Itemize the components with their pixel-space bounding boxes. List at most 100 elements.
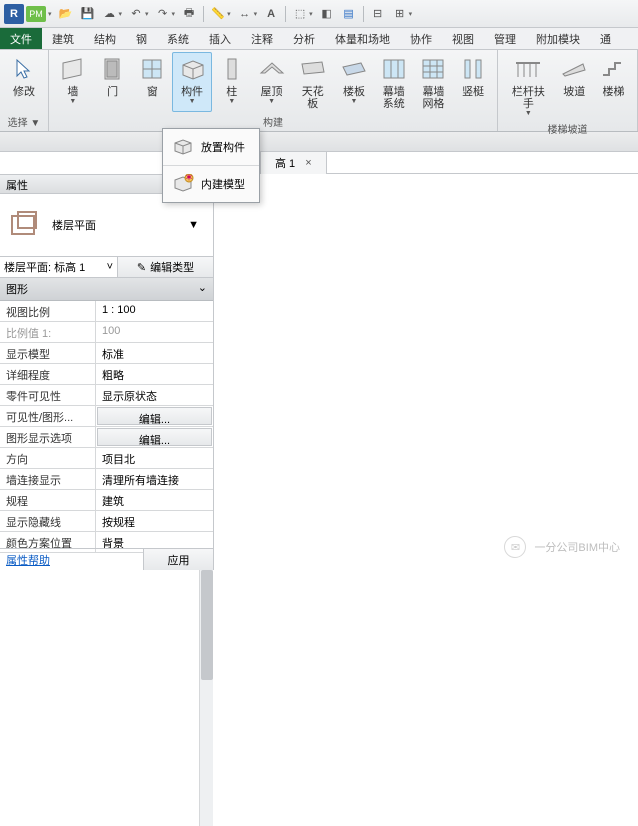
close-tab-icon[interactable]: × [305,157,311,169]
3d-icon[interactable]: ⬚ [291,5,309,23]
view-tab-label: 高 1 [275,155,295,171]
property-value[interactable]: 建筑 [96,490,213,510]
curtain-grid-icon [418,54,448,84]
mullion-button[interactable]: 竖梃 [453,52,493,112]
tab-mass[interactable]: 体量和场地 [325,28,400,49]
column-button[interactable]: 柱▼ [212,52,252,112]
select-group-label[interactable]: 选择 ▼ [4,112,44,131]
open-icon[interactable]: 📂 [57,5,75,23]
print-icon[interactable]: 🖶 [180,5,198,23]
wall-button[interactable]: 墙▼ [53,52,93,112]
apply-button[interactable]: 应用 [143,549,213,570]
property-value[interactable]: 项目北 [96,448,213,468]
ramp-button[interactable]: 坡道 [555,52,594,119]
property-row[interactable]: 零件可见性显示原状态 [0,385,213,406]
properties-type-selector[interactable]: 楼层平面 ▼ [0,194,214,256]
property-value[interactable]: 标准 [96,343,213,363]
chevron-down-icon[interactable]: ▾ [409,10,413,18]
scrollbar[interactable] [199,556,213,826]
tab-annot[interactable]: 注释 [241,28,283,49]
roof-button[interactable]: 屋顶▼ [252,52,292,112]
tab-collab[interactable]: 协作 [400,28,442,49]
property-row[interactable]: 比例值 1:100 [0,322,213,343]
chevron-down-icon[interactable]: ▾ [254,10,258,18]
property-row[interactable]: 显示隐藏线按规程 [0,511,213,532]
property-value[interactable]: 清理所有墙连接 [96,469,213,489]
window-button[interactable]: 窗 [132,52,172,112]
property-edit-button[interactable]: 编辑... [97,428,212,446]
edit-type-button[interactable]: ✎编辑类型 [118,257,213,277]
property-row[interactable]: 图形显示选项编辑... [0,427,213,448]
chevron-down-icon[interactable]: ▾ [309,10,313,18]
property-row[interactable]: 规程建筑 [0,490,213,511]
instance-combo[interactable]: 楼层平面: 标高 1˅ [0,257,118,277]
property-edit-button[interactable]: 编辑... [97,407,212,425]
property-value[interactable]: 1 : 100 [96,301,213,321]
separator [363,6,364,22]
tab-addins[interactable]: 附加模块 [526,28,590,49]
property-value[interactable]: 按规程 [96,511,213,531]
save-icon[interactable]: 💾 [79,5,97,23]
sync-icon[interactable]: ☁ [101,5,119,23]
wall-icon [58,54,88,84]
tab-view[interactable]: 视图 [442,28,484,49]
app-icon[interactable]: R [4,4,24,24]
redo-icon[interactable]: ↷ [154,5,172,23]
tab-arch[interactable]: 建筑 [42,28,84,49]
property-value[interactable]: 粗略 [96,364,213,384]
property-row[interactable]: 视图比例1 : 100 [0,301,213,322]
properties-help-link[interactable]: 属性帮助 [0,549,143,570]
tab-struct[interactable]: 结构 [84,28,126,49]
pm-icon[interactable]: PM [26,6,46,22]
inplace-model-item[interactable]: ✶ 内建模型 [163,166,259,202]
tab-manage[interactable]: 管理 [484,28,526,49]
chevron-down-icon[interactable]: ▾ [48,10,52,18]
component-button[interactable]: 构件▼ [172,52,212,112]
undo-icon[interactable]: ↶ [127,5,145,23]
view-tab[interactable]: 高 1 × [260,151,327,174]
railing-button[interactable]: 栏杆扶手▼ [502,52,555,119]
chevron-down-icon[interactable]: ▾ [145,10,149,18]
ribbon: 修改 选择 ▼ 墙▼ 门 窗 构件▼ 柱▼ 屋顶▼ 天花板 楼板▼ 幕墙 系统 … [0,50,638,132]
tab-steel[interactable]: 钢 [126,28,157,49]
tab-more[interactable]: 通 [590,28,621,49]
thin-lines-icon[interactable]: ▤ [340,5,358,23]
tab-file[interactable]: 文件 [0,28,42,49]
build-group-label: 构建 [53,112,493,131]
place-component-item[interactable]: 放置构件 [163,129,259,166]
switch-windows-icon[interactable]: ⊞ [391,5,409,23]
tab-analyze[interactable]: 分析 [283,28,325,49]
text-icon[interactable]: A [262,5,280,23]
tab-sys[interactable]: 系统 [157,28,199,49]
property-row[interactable]: 显示模型标准 [0,343,213,364]
property-row[interactable]: 方向项目北 [0,448,213,469]
tab-insert[interactable]: 插入 [199,28,241,49]
modify-button[interactable]: 修改 [4,52,44,112]
chevron-down-icon[interactable]: ▾ [227,10,231,18]
dim-icon[interactable]: ↔ [236,5,254,23]
graphics-group-header[interactable]: 图形⌄ [0,278,213,301]
chevron-down-icon[interactable]: ▾ [172,10,176,18]
property-value[interactable]: 100 [96,322,213,342]
close-views-icon[interactable]: ⊟ [369,5,387,23]
door-button[interactable]: 门 [93,52,133,112]
scroll-thumb[interactable] [201,570,213,680]
curtain-grid-button[interactable]: 幕墙 网格 [414,52,454,112]
stair-button[interactable]: 楼梯 [594,52,633,119]
measure-icon[interactable]: 📏 [209,5,227,23]
ceiling-button[interactable]: 天花板 [291,52,334,112]
svg-text:✶: ✶ [184,174,193,184]
property-row[interactable]: 墙连接显示清理所有墙连接 [0,469,213,490]
inplace-model-label: 内建模型 [201,176,245,192]
cursor-icon [9,54,39,84]
property-row[interactable]: 可见性/图形...编辑... [0,406,213,427]
curtain-sys-button[interactable]: 幕墙 系统 [374,52,414,112]
chevron-down-icon[interactable]: ▾ [119,10,123,18]
property-row[interactable]: 详细程度粗略 [0,364,213,385]
section-icon[interactable]: ◧ [318,5,336,23]
separator [285,6,286,22]
floor-button[interactable]: 楼板▼ [334,52,374,112]
mullion-icon [458,54,488,84]
instance-label: 楼层平面: 标高 1 [4,259,85,275]
property-value[interactable]: 显示原状态 [96,385,213,405]
